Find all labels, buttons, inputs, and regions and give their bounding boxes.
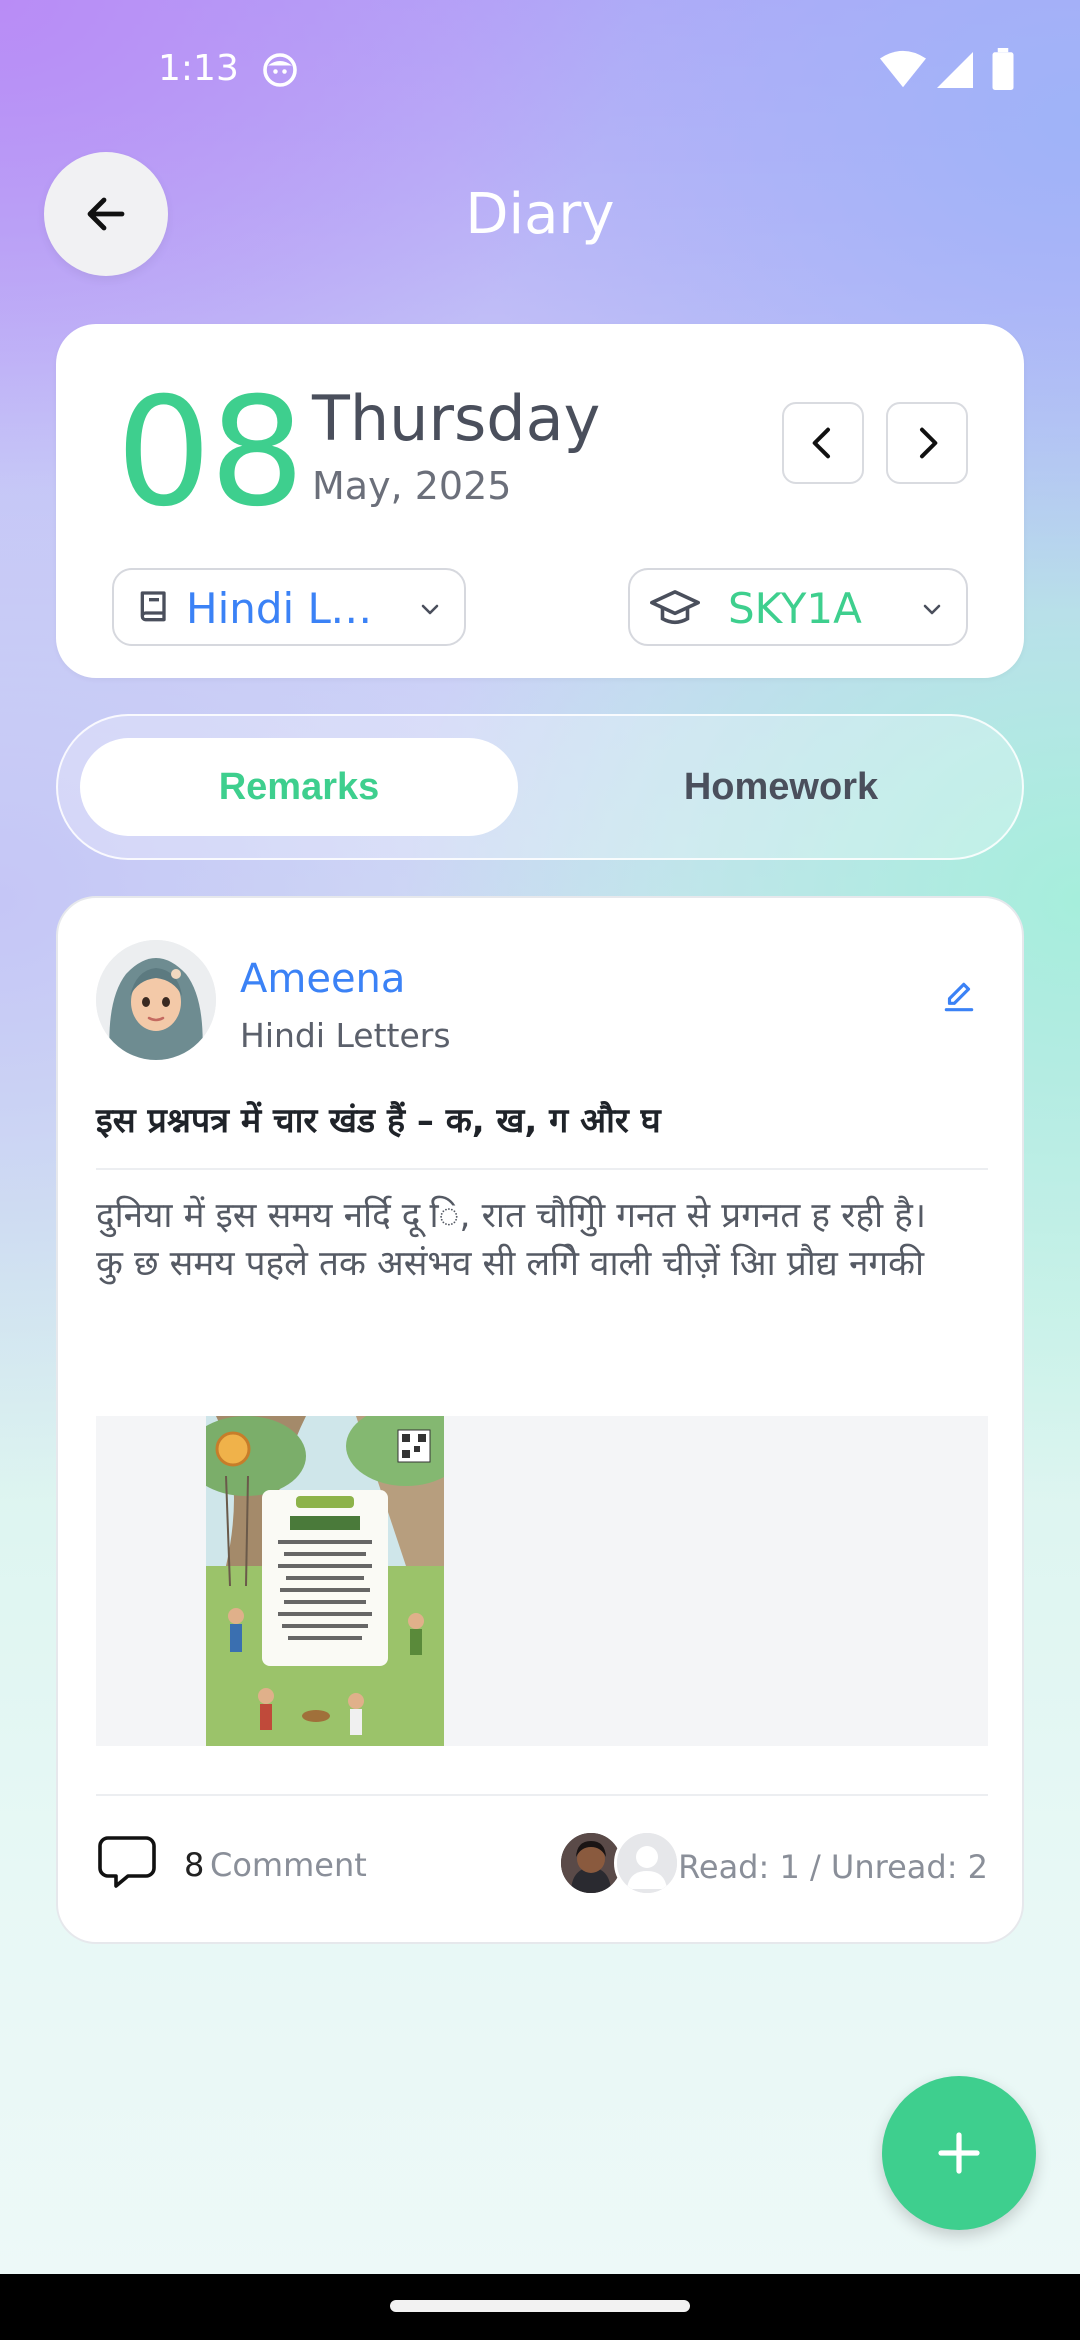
plus-icon xyxy=(938,2132,980,2174)
book-page-image[interactable] xyxy=(206,1416,444,1746)
divider xyxy=(96,1794,988,1796)
hijab-girl-avatar-icon xyxy=(96,940,216,1060)
page-title: Diary xyxy=(465,182,615,247)
chevron-down-icon xyxy=(923,604,941,615)
tab-bar: Remarks Homework xyxy=(56,714,1024,860)
author-avatar xyxy=(96,940,216,1060)
author-name[interactable]: Ameena xyxy=(240,956,405,1002)
subject-select-value: Hindi Let… xyxy=(186,584,396,633)
status-time: 1:13 xyxy=(158,48,239,89)
child-avatar-icon xyxy=(561,1833,621,1893)
attachment-preview[interactable] xyxy=(96,1416,988,1746)
home-gesture-handle[interactable] xyxy=(390,2300,690,2312)
chevron-right-icon xyxy=(920,427,938,459)
remark-subject: Hindi Letters xyxy=(240,1016,451,1055)
previous-day-button[interactable] xyxy=(782,402,864,484)
date-day: 08 xyxy=(116,366,305,540)
remark-footer: 8 Comment Read: 1 / Unread: 2 xyxy=(58,1808,1026,1908)
remark-body-line: दुनिया में इस समय नर्दि दू ि, रात चौगिुी… xyxy=(96,1196,927,1236)
edit-pencil-icon[interactable] xyxy=(940,978,978,1016)
comment-count[interactable]: 8 xyxy=(184,1846,204,1884)
emoji-face-icon xyxy=(263,53,297,87)
status-icons xyxy=(880,48,1080,90)
subject-select[interactable]: Hindi Let… xyxy=(112,568,466,646)
remark-body: दुनिया में इस समय नर्दि दू ि, रात चौगिुी… xyxy=(96,1192,996,1288)
next-day-button[interactable] xyxy=(886,402,968,484)
chevron-left-icon xyxy=(812,427,830,459)
graduation-cap-icon xyxy=(650,590,700,625)
remark-card[interactable]: Ameena Hindi Letters इस प्रश्नपत्र में च… xyxy=(56,896,1024,1944)
status-bar: 1:13 xyxy=(0,0,1080,140)
user-placeholder-icon xyxy=(617,1833,677,1893)
tab-homework[interactable]: Homework xyxy=(562,738,1000,836)
comment-label[interactable]: Comment xyxy=(210,1846,367,1884)
comment-bubble-icon[interactable] xyxy=(96,1834,158,1890)
divider xyxy=(96,1168,988,1170)
signal-icon xyxy=(937,52,973,88)
date-month-year: May, 2025 xyxy=(312,464,512,508)
class-select-value: SKY1A xyxy=(728,584,862,633)
read-status[interactable]: Read: 1 / Unread: 2 xyxy=(678,1848,988,1886)
chevron-down-icon xyxy=(421,604,439,615)
book-icon xyxy=(140,591,166,622)
remark-body-line: कु छ समय पहले तक असंभव सी लगिे वाली चीज़… xyxy=(96,1244,925,1284)
date-card: 08 Thursday May, 2025 Hindi Let… SKY1A xyxy=(56,324,1024,678)
add-remark-button[interactable] xyxy=(882,2076,1036,2230)
wifi-icon xyxy=(880,50,926,88)
date-weekday: Thursday xyxy=(312,382,601,455)
reader-avatar-placeholder xyxy=(614,1830,680,1896)
battery-icon xyxy=(992,48,1014,90)
system-navigation-bar xyxy=(0,2274,1080,2340)
remark-title: इस प्रश्नपत्र में चार खंड हैं – क, ख, ग … xyxy=(96,1101,661,1141)
tab-remarks[interactable]: Remarks xyxy=(80,738,518,836)
class-select[interactable]: SKY1A xyxy=(628,568,968,646)
